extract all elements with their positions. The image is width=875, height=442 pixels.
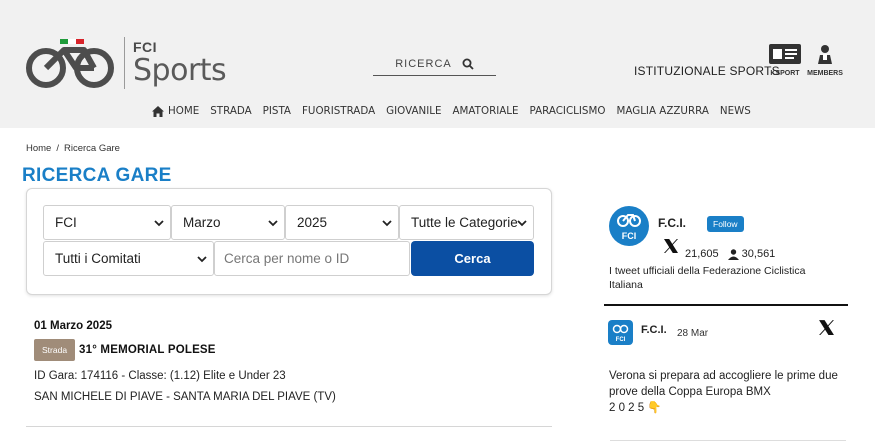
nav-item-fuoristrada[interactable]: FUORISTRADA — [302, 105, 375, 117]
tweet-separator — [610, 440, 846, 441]
members-icon — [818, 45, 832, 64]
breadcrumb-current: Ricerca Gare — [63, 143, 120, 154]
logo-name: Sports — [133, 53, 227, 88]
nav-item-strada[interactable]: STRADA — [210, 105, 251, 117]
chevron-down-icon — [197, 256, 207, 263]
bike-logo-icon — [26, 39, 114, 88]
breadcrumb-separator: / — [56, 143, 59, 154]
mese-select[interactable]: Marzo — [171, 205, 285, 240]
nav-item-news[interactable]: NEWS — [720, 105, 751, 117]
twitter-avatar-text: FCI — [622, 231, 637, 241]
comitato-select[interactable]: Tutti i Comitati — [43, 241, 214, 276]
bike-logo-icon: FCI — [617, 214, 641, 241]
user-icon — [727, 248, 739, 260]
chevron-down-icon — [382, 220, 392, 227]
tweet-avatar[interactable]: FCI — [608, 320, 633, 345]
members-link[interactable]: MEMBERS — [805, 44, 845, 77]
bike-logo-icon: FCI — [612, 324, 629, 343]
logo-divider — [124, 37, 125, 89]
race-list-item: 01 Marzo 2025 Strada 31° MEMORIAL POLESE… — [34, 320, 554, 403]
logo-brand: FCI — [133, 39, 158, 55]
search-icon[interactable] — [462, 58, 474, 70]
race-divider — [26, 426, 552, 427]
chevron-down-icon — [154, 220, 164, 227]
tweet-avatar-text: FCI — [616, 337, 626, 343]
race-meta: ID Gara: 174116 - Classe: (1.12) Elite e… — [34, 370, 286, 382]
twitter-following: 30,561 — [741, 248, 776, 260]
comitato-value: Tutti i Comitati — [55, 251, 141, 266]
ksport-link[interactable]: KSPORT — [767, 44, 803, 77]
chevron-down-icon — [517, 220, 527, 227]
race-date: 01 Marzo 2025 — [34, 320, 112, 332]
page-title: RICERCA GARE — [22, 165, 172, 186]
tweet-author[interactable]: F.C.I. — [641, 324, 667, 336]
race-search-placeholder: Cerca per nome o ID — [224, 251, 350, 266]
nav-item-maglia-azzurra[interactable]: MAGLIA AZZURRA — [616, 105, 708, 117]
anno-select[interactable]: 2025 — [285, 205, 399, 240]
fci-sports-logo[interactable]: FCI Sports — [24, 36, 227, 90]
race-location: SAN MICHELE DI PIAVE - SANTA MARIA DEL P… — [34, 391, 336, 403]
members-label: MEMBERS — [807, 70, 843, 77]
main-nav: HOME STRADA PISTA FUORISTRADA GIOVANILE … — [152, 105, 751, 117]
federazione-value: FCI — [55, 215, 77, 230]
nav-item-paraciclismo[interactable]: PARACICLISMO — [530, 105, 606, 117]
twitter-stats: 21,605 30,561 — [685, 248, 775, 260]
home-icon — [152, 105, 164, 117]
tweet-tail: 2 0 2 5 👇 — [609, 402, 662, 414]
twitter-follow-button[interactable]: Follow — [707, 216, 744, 232]
race-type-badge: Strada — [34, 339, 76, 361]
nav-item-giovanile[interactable]: GIOVANILE — [386, 105, 441, 117]
tweet-text: Verona si prepara ad accogliere le prime… — [609, 368, 839, 416]
nav-item-home[interactable]: HOME — [152, 105, 199, 117]
federazione-select[interactable]: FCI — [43, 205, 171, 240]
categoria-value: Tutte le Categorie — [411, 215, 518, 230]
twitter-separator — [604, 304, 848, 306]
chevron-down-icon — [268, 220, 278, 227]
race-name-link[interactable]: 31° MEMORIAL POLESE — [79, 344, 216, 356]
x-logo-icon[interactable] — [663, 238, 679, 254]
search-label: RICERCA — [395, 57, 452, 70]
istituzionale-sports-link[interactable]: ISTITUZIONALE SPORTS — [634, 64, 780, 78]
twitter-account-name[interactable]: F.C.I. — [658, 216, 686, 230]
nav-item-pista[interactable]: PISTA — [263, 105, 291, 117]
breadcrumb: Home / Ricerca Gare — [26, 143, 120, 154]
tweet-body: Verona si prepara ad accogliere le prime… — [609, 370, 838, 398]
twitter-avatar[interactable]: FCI — [609, 206, 649, 246]
header-search[interactable]: RICERCA — [373, 52, 496, 76]
ksport-label: KSPORT — [770, 70, 800, 77]
breadcrumb-home[interactable]: Home — [26, 143, 51, 154]
site-header: FCI Sports RICERCA ISTITUZIONALE SPORTS … — [0, 0, 875, 128]
race-search-input[interactable]: Cerca per nome o ID — [214, 241, 410, 276]
twitter-description: I tweet ufficiali della Federazione Cicl… — [609, 265, 806, 291]
nav-item-amatoriale[interactable]: AMATORIALE — [453, 105, 519, 117]
anno-value: 2025 — [297, 215, 328, 230]
x-logo-icon[interactable] — [818, 319, 835, 336]
categoria-select[interactable]: Tutte le Categorie — [399, 205, 534, 240]
twitter-followers: 21,605 — [685, 248, 719, 260]
ksport-card-icon — [769, 44, 801, 64]
cerca-button[interactable]: Cerca — [411, 241, 534, 276]
tweet-date[interactable]: 28 Mar — [677, 328, 708, 339]
mese-value: Marzo — [183, 215, 221, 230]
nav-item-label: HOME — [168, 105, 200, 117]
